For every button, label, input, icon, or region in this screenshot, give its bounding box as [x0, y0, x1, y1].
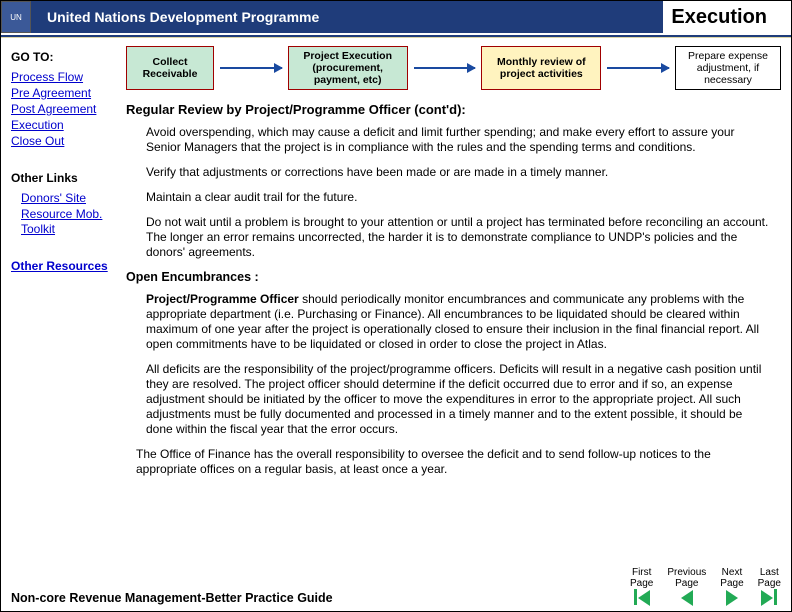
nav-link-post-agreement[interactable]: Post Agreement: [11, 102, 120, 117]
nav-previous-page[interactable]: Previous Page: [667, 568, 706, 605]
paragraph: The Office of Finance has the overall re…: [136, 447, 769, 477]
flow-box-collect-receivable: Collect Receivable: [126, 46, 214, 90]
nav-label: Last Page: [758, 568, 781, 589]
nav-link-close-out[interactable]: Close Out: [11, 134, 120, 149]
prev-page-icon: [681, 589, 693, 605]
nav-last-page[interactable]: Last Page: [758, 568, 781, 605]
first-page-icon: [634, 589, 650, 605]
flow-box-monthly-review: Monthly review of project activities: [481, 46, 601, 90]
page-title: Execution: [663, 2, 791, 33]
paragraph: Do not wait until a problem is brought t…: [146, 215, 769, 260]
section-heading-regular-review: Regular Review by Project/Programme Offi…: [126, 102, 781, 117]
paragraph: Maintain a clear audit trail for the fut…: [146, 190, 769, 205]
paragraph: Avoid overspending, which may cause a de…: [146, 125, 769, 155]
arrow-icon: [220, 67, 282, 69]
page-nav-cluster: First Page Previous Page Next Page Last …: [630, 568, 781, 605]
flow-box-prepare-adjustment: Prepare expense adjustment, if necessary: [675, 46, 781, 90]
process-flow-diagram: Collect Receivable Project Execution (pr…: [126, 46, 781, 90]
section-heading-encumbrances: Open Encumbrances :: [126, 270, 781, 284]
last-page-icon: [761, 589, 777, 605]
next-page-icon: [726, 589, 738, 605]
main-content: Collect Receivable Project Execution (pr…: [126, 46, 781, 487]
arrow-icon: [414, 67, 476, 69]
other-links-heading: Other Links: [11, 171, 120, 185]
nav-next-page[interactable]: Next Page: [720, 568, 743, 605]
arrow-icon: [607, 67, 669, 69]
paragraph: All deficits are the responsibility of t…: [146, 362, 769, 437]
nav-label: Next Page: [720, 568, 743, 589]
nav-link-pre-agreement[interactable]: Pre Agreement: [11, 86, 120, 101]
sidebar: GO TO: Process Flow Pre Agreement Post A…: [11, 46, 126, 487]
bold-role: Project/Programme Officer: [146, 292, 302, 306]
flow-box-project-execution: Project Execution (procurement, payment,…: [288, 46, 408, 90]
nav-label: First Page: [630, 568, 653, 589]
undp-logo-icon: UN: [1, 1, 31, 33]
nav-link-resource-mob-toolkit[interactable]: Resource Mob. Toolkit: [21, 207, 120, 237]
nav-link-other-resources[interactable]: Other Resources: [11, 259, 120, 274]
nav-link-process-flow[interactable]: Process Flow: [11, 70, 120, 85]
nav-first-page[interactable]: First Page: [630, 568, 653, 605]
document-title: Non-core Revenue Management-Better Pract…: [11, 591, 333, 605]
goto-heading: GO TO:: [11, 50, 120, 64]
paragraph: Verify that adjustments or corrections h…: [146, 165, 769, 180]
nav-link-execution[interactable]: Execution: [11, 118, 120, 133]
nav-label: Previous Page: [667, 568, 706, 589]
org-name: United Nations Development Programme: [31, 1, 663, 33]
nav-link-donors-site[interactable]: Donors' Site: [21, 191, 120, 206]
header-bar: UN United Nations Development Programme …: [1, 1, 791, 33]
paragraph: Project/Programme Officer should periodi…: [146, 292, 769, 352]
footer: Non-core Revenue Management-Better Pract…: [11, 568, 781, 605]
